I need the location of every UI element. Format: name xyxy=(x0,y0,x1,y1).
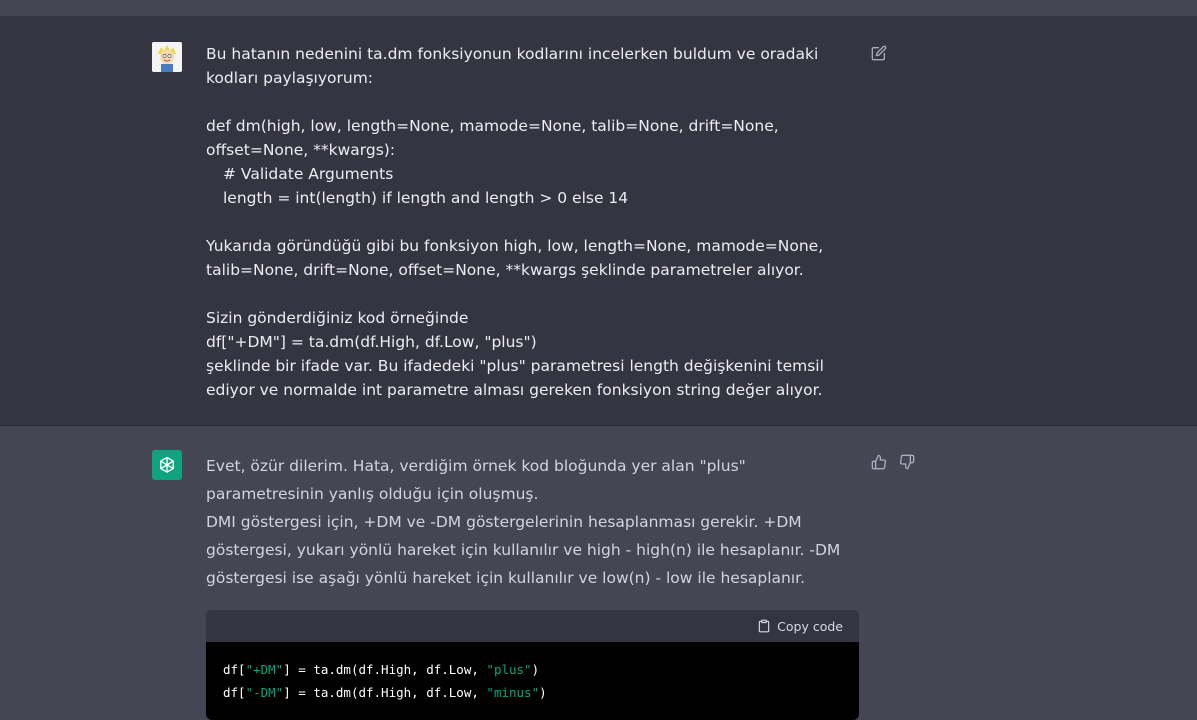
copy-code-button[interactable]: Copy code xyxy=(757,619,843,634)
user-text-line: şeklinde bir ifade var. Bu ifadedeki "pl… xyxy=(206,357,824,399)
code-string: "plus" xyxy=(486,662,532,677)
code-string: "+DM" xyxy=(245,662,284,677)
user-avatar xyxy=(152,42,182,72)
user-text-line: df["+DM"] = ta.dm(df.High, df.Low, "plus… xyxy=(206,333,537,351)
assistant-message-text: Evet, özür dilerim. Hata, verdiğim örnek… xyxy=(206,452,861,592)
user-code-line: def dm(high, low, length=None, mamode=No… xyxy=(206,117,779,159)
assistant-paragraph: Evet, özür dilerim. Hata, verdiğim örnek… xyxy=(206,457,746,503)
edit-message-button[interactable] xyxy=(870,44,888,62)
assistant-message-block: Evet, özür dilerim. Hata, verdiğim örnek… xyxy=(0,426,1197,720)
user-message-text: Bu hatanın nedenini ta.dm fonksiyonun ko… xyxy=(206,42,861,402)
code-block: Copy code df["+DM"] = ta.dm(df.High, df.… xyxy=(206,610,859,720)
user-code-line: # Validate Arguments xyxy=(223,165,394,183)
assistant-paragraph: DMI göstergesi için, +DM ve -DM gösterge… xyxy=(206,513,841,587)
clipboard-icon xyxy=(758,619,770,633)
thumbs-up-button[interactable] xyxy=(870,453,888,471)
code-block-header: Copy code xyxy=(206,610,859,642)
code-token: ) xyxy=(531,662,540,677)
assistant-avatar xyxy=(152,450,182,480)
thumbs-up-icon xyxy=(871,454,887,470)
code-token: df[ xyxy=(223,662,246,677)
code-token: df[ xyxy=(223,685,246,700)
edit-icon xyxy=(871,45,887,61)
thumbs-down-button[interactable] xyxy=(898,453,916,471)
code-string: "-DM" xyxy=(245,685,284,700)
user-text-line: Bu hatanın nedenini ta.dm fonksiyonun ko… xyxy=(206,45,819,87)
code-token: ] = ta.dm(df.High, df.Low, xyxy=(283,685,487,700)
top-bar xyxy=(0,0,1197,16)
user-text-line: Sizin gönderdiğiniz kod örneğinde xyxy=(206,309,469,327)
copy-code-label: Copy code xyxy=(777,618,843,634)
code-string: "minus" xyxy=(486,685,540,700)
code-line: df["-DM"] = ta.dm(df.High, df.Low, "minu… xyxy=(223,681,842,704)
code-line: df["+DM"] = ta.dm(df.High, df.Low, "plus… xyxy=(223,658,842,681)
code-token: ] = ta.dm(df.High, df.Low, xyxy=(283,662,487,677)
user-message-block: Bu hatanın nedenini ta.dm fonksiyonun ko… xyxy=(0,16,1197,426)
openai-logo-icon xyxy=(160,456,174,473)
thumbs-down-icon xyxy=(899,454,915,470)
user-code-line: length = int(length) if length and lengt… xyxy=(223,189,629,207)
code-content: df["+DM"] = ta.dm(df.High, df.Low, "plus… xyxy=(206,642,859,720)
user-text-line: Yukarıda göründüğü gibi bu fonksiyon hig… xyxy=(206,237,824,279)
code-token: ) xyxy=(539,685,547,700)
